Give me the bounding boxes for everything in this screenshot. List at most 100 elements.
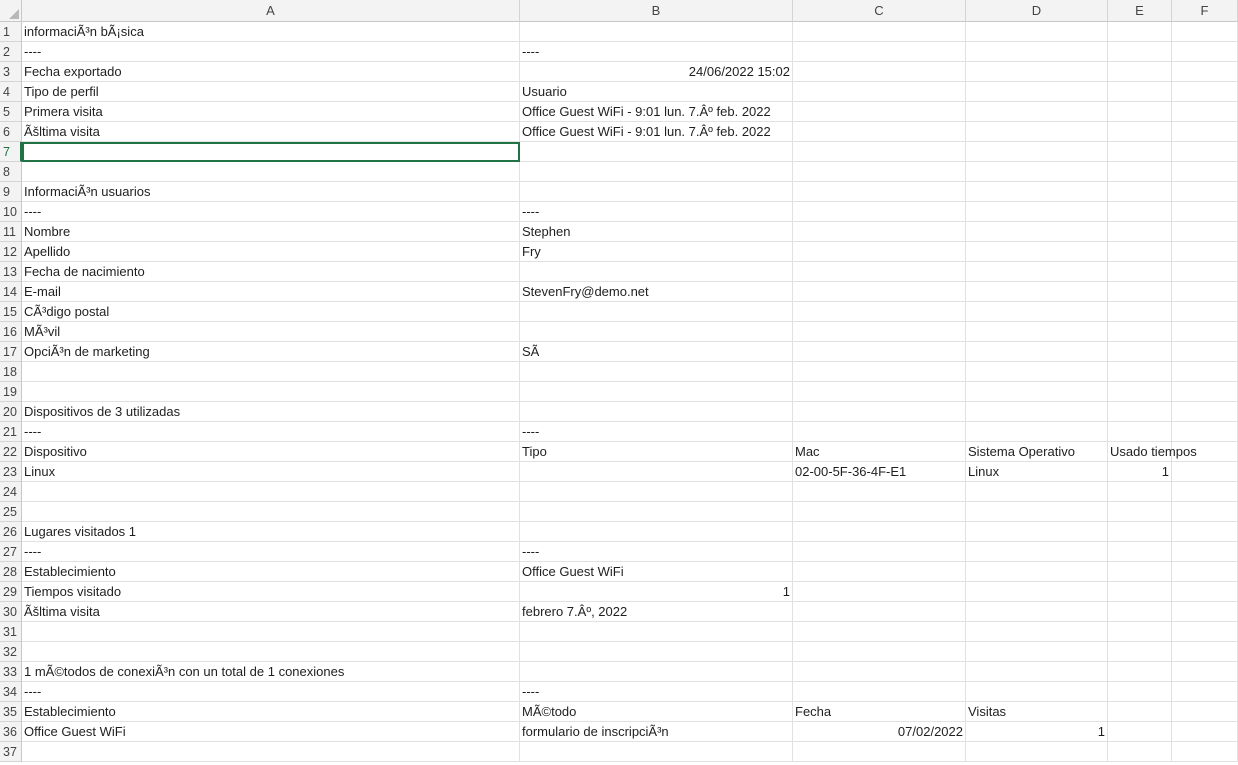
cell-a27[interactable]: ---- [22, 542, 520, 562]
cell-a3[interactable]: Fecha exportado [22, 62, 520, 82]
cell-e17[interactable] [1108, 342, 1172, 362]
cell-c1[interactable] [793, 22, 966, 42]
cell-b5[interactable]: Office Guest WiFi - 9:01 lun. 7.Âº feb. … [520, 102, 793, 122]
cell-d24[interactable] [966, 482, 1108, 502]
cell-f37[interactable] [1172, 742, 1238, 762]
cell-b31[interactable] [520, 622, 793, 642]
cell-c30[interactable] [793, 602, 966, 622]
cell-f16[interactable] [1172, 322, 1238, 342]
cell-b20[interactable] [520, 402, 793, 422]
cell-f34[interactable] [1172, 682, 1238, 702]
cell-d29[interactable] [966, 582, 1108, 602]
cell-a10[interactable]: ---- [22, 202, 520, 222]
cell-a21[interactable]: ---- [22, 422, 520, 442]
cell-e12[interactable] [1108, 242, 1172, 262]
cell-b22[interactable]: Tipo [520, 442, 793, 462]
cell-f10[interactable] [1172, 202, 1238, 222]
cell-e18[interactable] [1108, 362, 1172, 382]
cell-f17[interactable] [1172, 342, 1238, 362]
cell-b6[interactable]: Office Guest WiFi - 9:01 lun. 7.Âº feb. … [520, 122, 793, 142]
cell-a31[interactable] [22, 622, 520, 642]
cell-c2[interactable] [793, 42, 966, 62]
cell-b15[interactable] [520, 302, 793, 322]
cell-d1[interactable] [966, 22, 1108, 42]
cell-f23[interactable] [1172, 462, 1238, 482]
cell-d28[interactable] [966, 562, 1108, 582]
cell-e13[interactable] [1108, 262, 1172, 282]
cell-c33[interactable] [793, 662, 966, 682]
column-header-f[interactable]: F [1172, 0, 1238, 22]
cell-d34[interactable] [966, 682, 1108, 702]
cell-d30[interactable] [966, 602, 1108, 622]
cell-c19[interactable] [793, 382, 966, 402]
cell-a20[interactable]: Dispositivos de 3 utilizadas [22, 402, 520, 422]
cell-a13[interactable]: Fecha de nacimiento [22, 262, 520, 282]
cell-e1[interactable] [1108, 22, 1172, 42]
cell-e30[interactable] [1108, 602, 1172, 622]
cell-e34[interactable] [1108, 682, 1172, 702]
cell-c26[interactable] [793, 522, 966, 542]
cell-b12[interactable]: Fry [520, 242, 793, 262]
cell-d14[interactable] [966, 282, 1108, 302]
row-header-30[interactable]: 30 [0, 602, 22, 622]
row-header-5[interactable]: 5 [0, 102, 22, 122]
cell-c35[interactable]: Fecha [793, 702, 966, 722]
cell-d33[interactable] [966, 662, 1108, 682]
cell-c11[interactable] [793, 222, 966, 242]
cell-a16[interactable]: MÃ³vil [22, 322, 520, 342]
cell-a23[interactable]: Linux [22, 462, 520, 482]
cell-b14[interactable]: StevenFry@demo.net [520, 282, 793, 302]
cell-b10[interactable]: ---- [520, 202, 793, 222]
cell-d7[interactable] [966, 142, 1108, 162]
cell-b17[interactable]: SÃ­ [520, 342, 793, 362]
cell-b28[interactable]: Office Guest WiFi [520, 562, 793, 582]
cell-e5[interactable] [1108, 102, 1172, 122]
cell-c17[interactable] [793, 342, 966, 362]
cell-a28[interactable]: Establecimiento [22, 562, 520, 582]
cell-e23[interactable]: 1 [1108, 462, 1172, 482]
cell-d11[interactable] [966, 222, 1108, 242]
row-header-8[interactable]: 8 [0, 162, 22, 182]
cell-b27[interactable]: ---- [520, 542, 793, 562]
cell-e8[interactable] [1108, 162, 1172, 182]
cell-d16[interactable] [966, 322, 1108, 342]
cell-f30[interactable] [1172, 602, 1238, 622]
cell-d19[interactable] [966, 382, 1108, 402]
row-header-15[interactable]: 15 [0, 302, 22, 322]
cell-d13[interactable] [966, 262, 1108, 282]
row-header-20[interactable]: 20 [0, 402, 22, 422]
cell-c23[interactable]: 02-00-5F-36-4F-E1 [793, 462, 966, 482]
cell-d20[interactable] [966, 402, 1108, 422]
cell-d15[interactable] [966, 302, 1108, 322]
cell-e26[interactable] [1108, 522, 1172, 542]
cell-a25[interactable] [22, 502, 520, 522]
cell-e2[interactable] [1108, 42, 1172, 62]
cell-c32[interactable] [793, 642, 966, 662]
row-header-7[interactable]: 7 [0, 142, 22, 162]
cell-f35[interactable] [1172, 702, 1238, 722]
cell-a4[interactable]: Tipo de perfil [22, 82, 520, 102]
cell-b11[interactable]: Stephen [520, 222, 793, 242]
row-header-35[interactable]: 35 [0, 702, 22, 722]
cell-c22[interactable]: Mac [793, 442, 966, 462]
cell-e6[interactable] [1108, 122, 1172, 142]
row-header-24[interactable]: 24 [0, 482, 22, 502]
cell-f11[interactable] [1172, 222, 1238, 242]
row-header-29[interactable]: 29 [0, 582, 22, 602]
cell-c36[interactable]: 07/02/2022 [793, 722, 966, 742]
cell-a26[interactable]: Lugares visitados 1 [22, 522, 520, 542]
cell-f3[interactable] [1172, 62, 1238, 82]
column-header-c[interactable]: C [793, 0, 966, 22]
cell-e29[interactable] [1108, 582, 1172, 602]
cell-b23[interactable] [520, 462, 793, 482]
cell-a36[interactable]: Office Guest WiFi [22, 722, 520, 742]
cell-a22[interactable]: Dispositivo [22, 442, 520, 462]
column-header-a[interactable]: A [22, 0, 520, 22]
row-header-2[interactable]: 2 [0, 42, 22, 62]
cell-d10[interactable] [966, 202, 1108, 222]
cell-b33[interactable] [520, 662, 793, 682]
cell-d35[interactable]: Visitas [966, 702, 1108, 722]
cell-a34[interactable]: ---- [22, 682, 520, 702]
cell-c18[interactable] [793, 362, 966, 382]
spreadsheet-grid[interactable]: A B C D E F 1 informaciÃ³n bÃ¡sica 2 ---- ---- 3 Fec… [0, 0, 1238, 765]
